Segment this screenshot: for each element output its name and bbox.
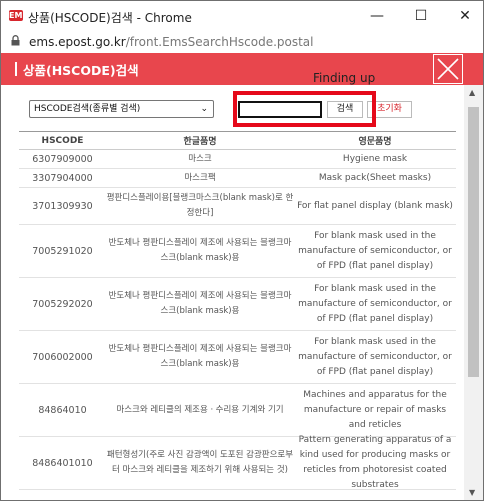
row-english-name: Hygiene mask [342, 153, 408, 164]
table-row[interactable]: 3307904000 마스크팩 Mask pack(Sheet masks) [19, 169, 456, 188]
url-path: /front.EmsSearchHscode.postal [125, 35, 314, 49]
row-hscode: 7006002000 [32, 351, 93, 363]
vertical-scrollbar[interactable]: ▲ ▼ [464, 85, 483, 500]
row-korean-name: 반도체나 평판디스플레이 제조에 사용되는 블랭크마스크(blank mask)… [108, 344, 292, 369]
row-hscode: 84864010 [38, 404, 87, 416]
row-korean-name: 마스크팩 [184, 172, 216, 183]
row-english-name: For blank mask used in the manufacture o… [298, 283, 452, 324]
annotation-label: Finding up [313, 71, 376, 85]
search-type-select[interactable]: HSCODE검색(종류별 검색) ⌄ [29, 100, 214, 118]
header-hscode: HSCODE [41, 135, 84, 146]
header-accent-bar [15, 62, 17, 76]
popup-header: 상품(HSCODE)검색 [1, 53, 483, 85]
table-row[interactable]: 84864010 마스크와 레티클의 제조용ㆍ수리용 기계와 기기 Machin… [19, 384, 456, 437]
row-hscode: 3307904000 [32, 172, 93, 184]
row-hscode: 3701309930 [32, 200, 93, 212]
title-bar: EMS 상품(HSCODE)검색 - Chrome — ☐ ✕ [1, 1, 483, 31]
popup-title: 상품(HSCODE)검색 [23, 63, 139, 78]
table-row[interactable]: 6307909000 마스크 Hygiene mask [19, 150, 456, 169]
row-korean-name: 마스크와 레티클의 제조용ㆍ수리용 기계와 기기 [116, 404, 284, 415]
row-hscode: 7005292020 [32, 298, 93, 310]
row-english-name: For flat panel display (blank mask) [297, 200, 453, 211]
header-korean-name: 한글품명 [183, 137, 217, 147]
row-korean-name: 반도체나 평판디스플레이 제조에 사용되는 블랭크마스크(blank mask)… [108, 291, 292, 316]
header-english-name: 영문품명 [358, 137, 392, 147]
table-header: HSCODE 한글품명 영문품명 [19, 132, 456, 150]
row-english-name: Mask pack(Sheet masks) [318, 172, 432, 183]
row-korean-name: 반도체나 평판디스플레이 제조에 사용되는 블랭크마스크(blank mask)… [108, 238, 292, 263]
row-english-name: Machines and apparatus for the manufactu… [303, 389, 447, 430]
table-row[interactable]: 3701309930 평판디스플레이용[블랭크마스크(blank mask)로 … [19, 188, 456, 225]
lock-icon [11, 35, 20, 46]
row-korean-name: 평판디스플레이용[블랭크마스크(blank mask)로 한정한다] [106, 193, 294, 218]
browser-window: EMS 상품(HSCODE)검색 - Chrome — ☐ ✕ ems.epos… [0, 0, 484, 501]
row-korean-name: 패턴형성기(주로 사진 감광액이 도포된 감광판으로부터 마스크와 레티클을 제… [106, 450, 294, 475]
row-english-name: For blank mask used in the manufacture o… [298, 230, 452, 271]
scroll-down-icon[interactable]: ▼ [469, 488, 475, 497]
address-bar[interactable]: ems.epost.go.kr/front.EmsSearchHscode.po… [1, 31, 483, 53]
table-row[interactable]: 8486401010 패턴형성기(주로 사진 감광액이 도포된 감광판으로부터 … [19, 435, 456, 490]
table-row[interactable]: 7005291020 반도체나 평판디스플레이 제조에 사용되는 블랭크마스크(… [19, 225, 456, 278]
url-text[interactable]: ems.epost.go.kr/front.EmsSearchHscode.po… [29, 35, 314, 49]
row-hscode: 8486401010 [32, 457, 93, 469]
maximize-button[interactable]: ☐ [403, 3, 439, 29]
row-hscode: 7005291020 [32, 245, 93, 257]
search-type-value: HSCODE검색(종류별 검색) [34, 104, 141, 114]
ems-app-icon: EMS [9, 10, 29, 21]
scrollbar-thumb[interactable] [468, 107, 479, 377]
close-icon[interactable] [433, 54, 463, 84]
row-english-name: Pattern generating apparatus of a kind u… [298, 435, 452, 490]
window-title: 상품(HSCODE)검색 - Chrome [28, 11, 192, 25]
minimize-button[interactable]: — [359, 3, 395, 29]
table-row[interactable]: 7006002000 반도체나 평판디스플레이 제조에 사용되는 블랭크마스크(… [19, 331, 456, 384]
row-hscode: 6307909000 [32, 153, 93, 165]
table-row[interactable]: 7005292020 반도체나 평판디스플레이 제조에 사용되는 블랭크마스크(… [19, 278, 456, 331]
row-english-name: For blank mask used in the manufacture o… [298, 336, 452, 377]
chevron-down-icon: ⌄ [200, 104, 208, 114]
url-host: ems.epost.go.kr [29, 35, 126, 49]
scroll-up-icon[interactable]: ▲ [469, 88, 475, 97]
row-korean-name: 마스크 [188, 153, 212, 164]
annotation-highlight-box [233, 91, 376, 127]
window-close-button[interactable]: ✕ [447, 3, 483, 29]
hscode-table: HSCODE 한글품명 영문품명 6307909000 마스크 Hygiene … [19, 131, 456, 490]
